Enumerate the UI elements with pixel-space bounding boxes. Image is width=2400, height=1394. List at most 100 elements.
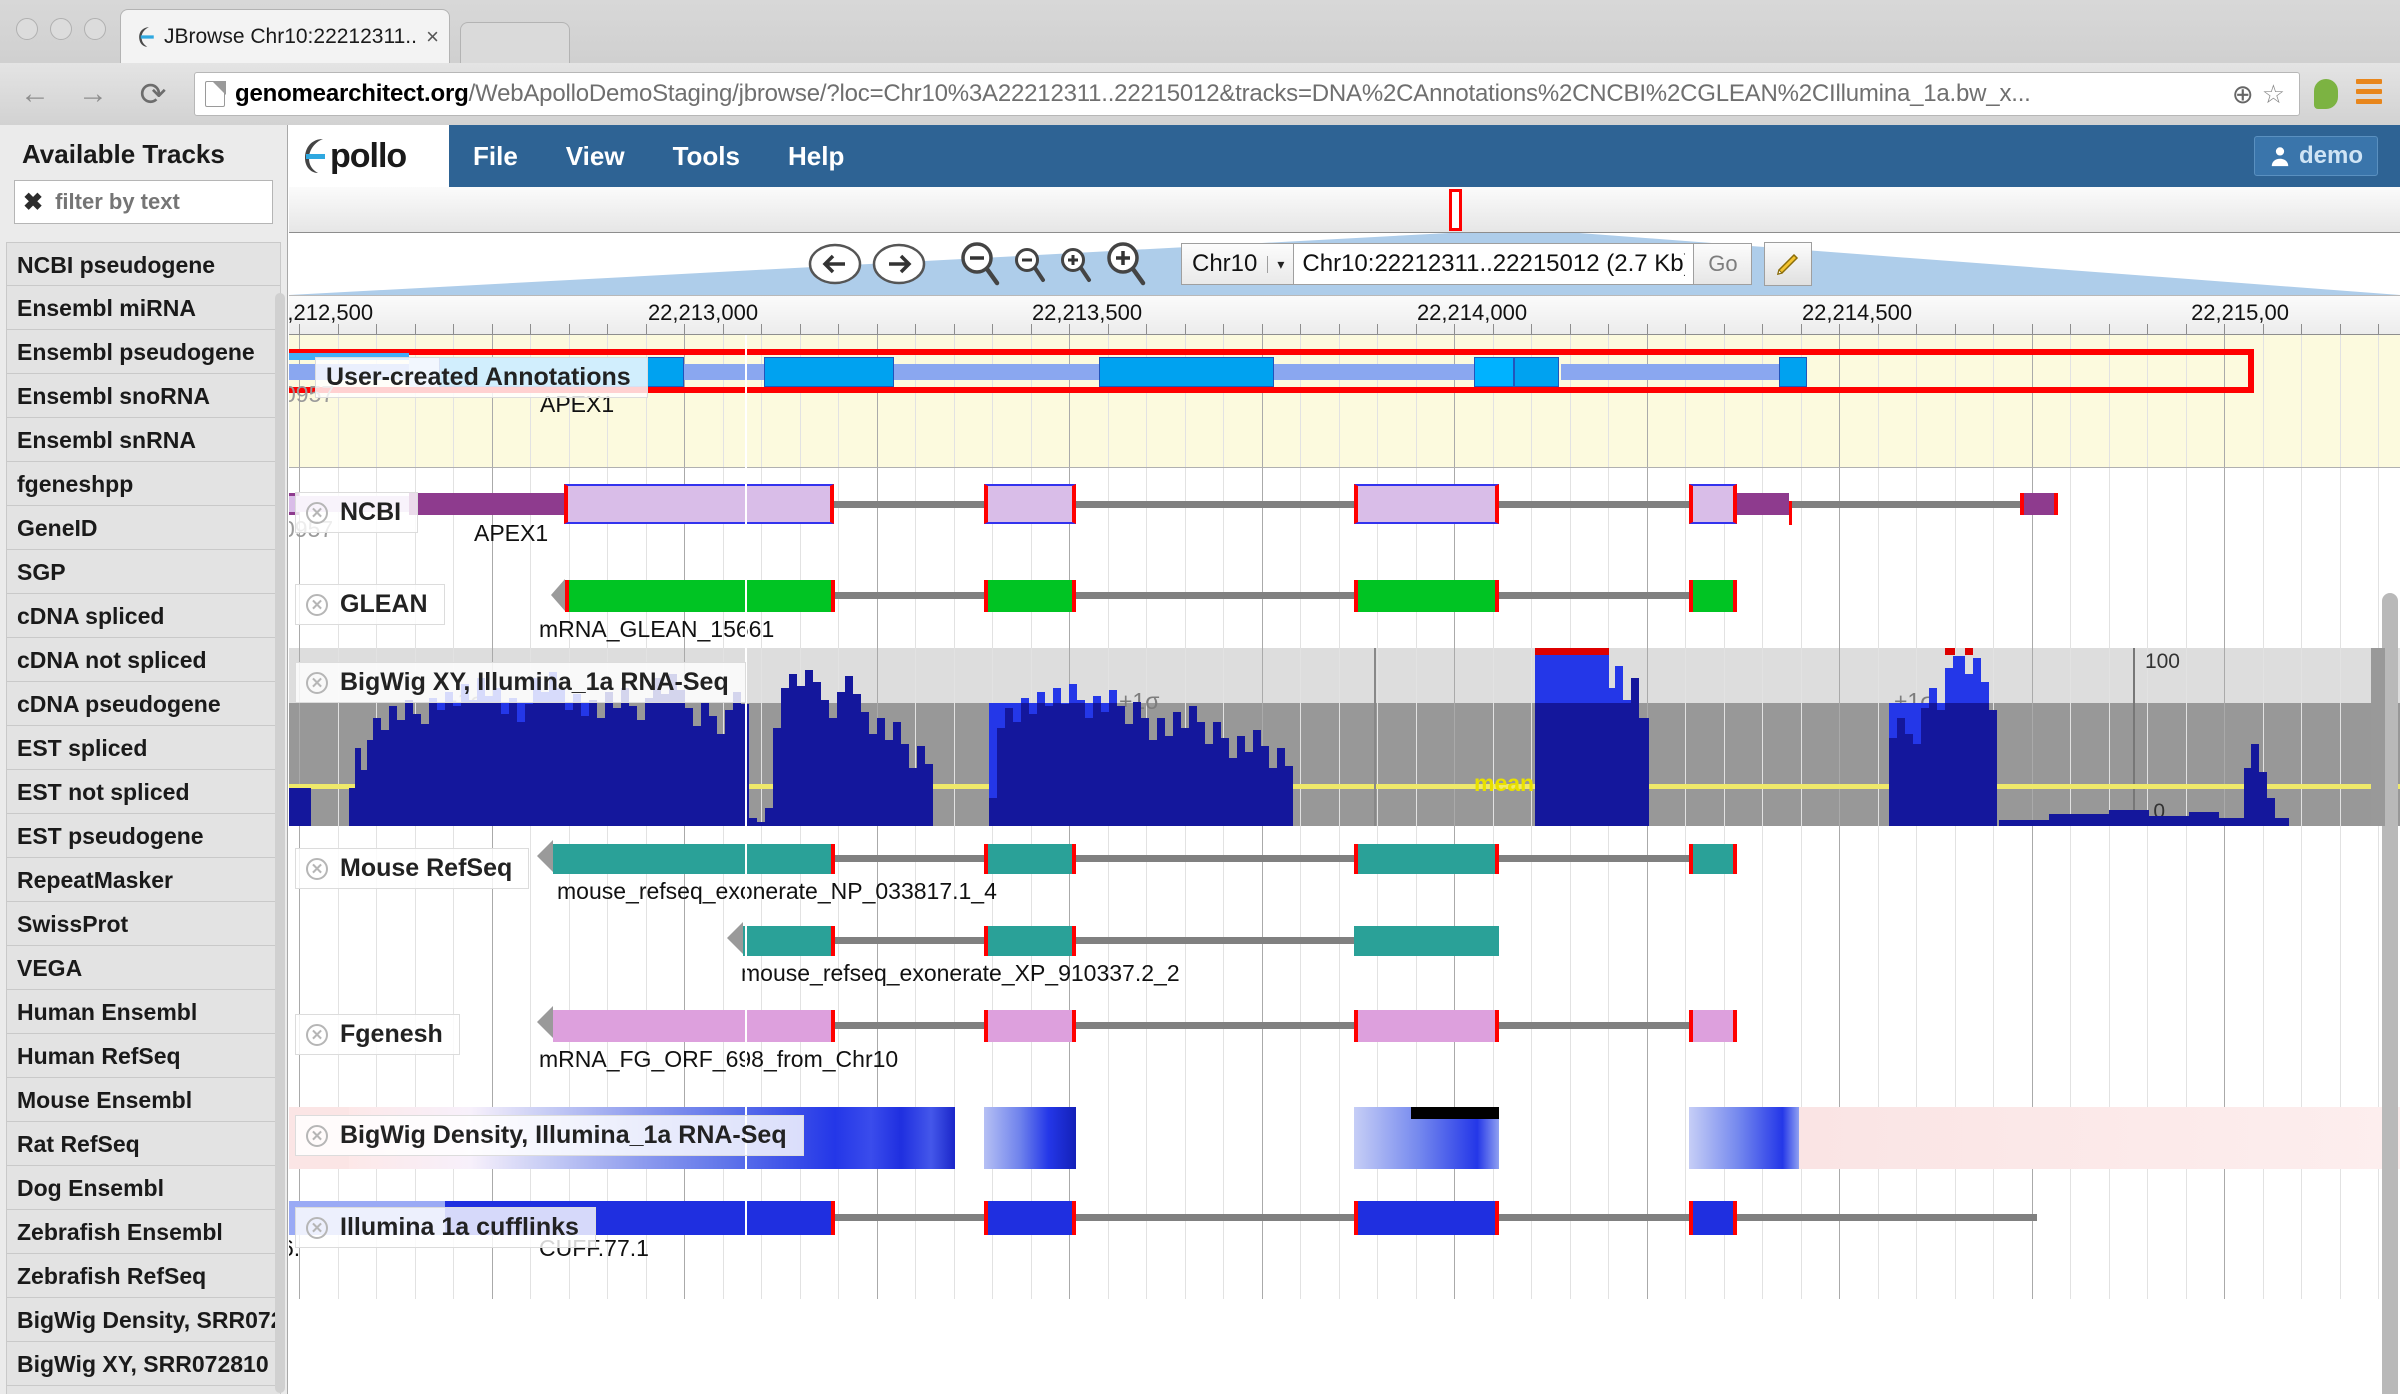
track-label-mouse-refseq[interactable]: ✕ Mouse RefSeq <box>295 848 530 889</box>
available-track-item[interactable]: Ensembl miRNA <box>6 286 281 330</box>
fgenesh-intron-a[interactable] <box>835 1022 984 1029</box>
available-track-item[interactable]: SRR072810 RNA-Seq Re <box>6 1386 281 1394</box>
cufflinks-intron-c[interactable] <box>1499 1214 1689 1221</box>
mouse-refseq-2-intron-a[interactable] <box>835 937 984 944</box>
mouse-refseq-2-exon-b[interactable] <box>984 926 1076 956</box>
chevron-down-icon[interactable]: ▾ <box>1267 255 1293 273</box>
pan-right-icon[interactable] <box>871 241 927 287</box>
available-track-item[interactable]: Ensembl snoRNA <box>6 374 281 418</box>
cufflinks-exon-b[interactable] <box>984 1201 1076 1235</box>
zoom-in-large-icon[interactable] <box>1103 240 1149 288</box>
menu-tools[interactable]: Tools <box>649 125 764 187</box>
available-track-item[interactable]: EST pseudogene <box>6 814 281 858</box>
available-track-item[interactable]: NCBI pseudogene <box>6 242 281 286</box>
window-minimize-button[interactable] <box>50 18 72 40</box>
available-track-item[interactable]: EST spliced <box>6 726 281 770</box>
available-track-item[interactable]: Dog Ensembl <box>6 1166 281 1210</box>
extension-icon[interactable] <box>2314 79 2338 109</box>
forward-icon[interactable]: → <box>70 71 116 117</box>
refseq-select[interactable]: Chr10 ▾ <box>1181 243 1295 285</box>
location-input[interactable] <box>1294 243 1695 285</box>
cufflinks-exon-c[interactable] <box>1354 1201 1499 1235</box>
highlight-region-button[interactable] <box>1764 242 1813 286</box>
reload-icon[interactable]: ⟳ <box>130 71 176 117</box>
track-user-created-annotations[interactable]: User-created Annotations APEX1 0957 <box>289 335 2400 468</box>
close-icon[interactable]: ✕ <box>306 1216 328 1239</box>
window-close-button[interactable] <box>16 18 38 40</box>
mouse-refseq-2-exon-a[interactable] <box>743 926 835 956</box>
mouse-refseq-1-exon-a[interactable] <box>553 844 835 874</box>
menu-view[interactable]: View <box>542 125 649 187</box>
fgenesh-exon-d[interactable] <box>1689 1010 1737 1042</box>
user-menu-button[interactable]: demo <box>2253 136 2378 176</box>
genome-overview-strip[interactable] <box>289 187 2400 233</box>
mouse-refseq-1-intron-a[interactable] <box>835 855 984 862</box>
track-bigwig-xy[interactable]: 100 0 mean mean mean mean mean +1σ +1σ +… <box>289 648 2400 826</box>
close-icon[interactable]: ✕ <box>306 593 328 616</box>
ncbi-cds-a[interactable] <box>409 493 564 515</box>
available-track-item[interactable]: Ensembl snRNA <box>6 418 281 462</box>
feature-label-fgenesh[interactable]: mRNA_FG_ORF_698_from_Chr10 <box>539 1046 898 1073</box>
annotation-utr-c[interactable] <box>894 364 1099 380</box>
new-tab-button[interactable] <box>460 22 570 63</box>
annotation-exon-e[interactable] <box>1099 357 1274 387</box>
available-track-item[interactable]: Zebrafish RefSeq <box>6 1254 281 1298</box>
zoom-in-icon[interactable] <box>1057 240 1095 288</box>
fgenesh-exon-a[interactable] <box>553 1010 835 1042</box>
ncbi-exon-d[interactable] <box>1689 484 1737 524</box>
menu-file[interactable]: File <box>449 125 542 187</box>
track-label-illumina-1a-cufflinks[interactable]: ✕ Illumina 1a cufflinks <box>295 1207 596 1248</box>
browser-menu-icon[interactable] <box>2356 79 2382 109</box>
mouse-refseq-1-exon-c[interactable] <box>1354 844 1499 874</box>
close-icon[interactable]: ✕ <box>306 1124 328 1147</box>
ncbi-intron-c[interactable] <box>1499 501 1689 508</box>
track-label-user-created-annotations[interactable]: User-created Annotations <box>315 357 648 398</box>
glean-exon-d[interactable] <box>1689 580 1737 612</box>
cufflinks-intron-b[interactable] <box>1076 1214 1354 1221</box>
zoom-indicator-icon[interactable]: ⊕ <box>2224 79 2262 110</box>
track-illumina-1a-cufflinks[interactable]: ✕ Illumina 1a cufflinks 6. CUFF.77.1 <box>289 1189 2400 1299</box>
track-label-glean[interactable]: ✕ GLEAN <box>295 584 445 625</box>
mouse-refseq-1-exon-d[interactable] <box>1689 844 1737 874</box>
glean-intron-b[interactable] <box>1076 592 1354 599</box>
available-track-item[interactable]: Rat RefSeq <box>6 1122 281 1166</box>
available-track-item[interactable]: GeneID <box>6 506 281 550</box>
bookmark-star-icon[interactable]: ☆ <box>2262 79 2289 110</box>
available-track-item[interactable]: cDNA pseudogene <box>6 682 281 726</box>
tab-close-icon[interactable]: × <box>426 24 439 50</box>
fgenesh-intron-c[interactable] <box>1499 1022 1689 1029</box>
available-track-item[interactable]: fgeneshpp <box>6 462 281 506</box>
cufflinks-exon-d[interactable] <box>1689 1201 1737 1235</box>
ncbi-intron-b[interactable] <box>1076 501 1354 508</box>
mouse-refseq-1-intron-b[interactable] <box>1076 855 1354 862</box>
available-track-item[interactable]: Mouse Ensembl <box>6 1078 281 1122</box>
mouse-refseq-1-intron-c[interactable] <box>1499 855 1689 862</box>
available-track-item[interactable]: cDNA spliced <box>6 594 281 638</box>
available-track-item[interactable]: VEGA <box>6 946 281 990</box>
ncbi-exon-e[interactable] <box>2020 493 2058 515</box>
available-track-item[interactable]: RepeatMasker <box>6 858 281 902</box>
available-track-item[interactable]: Human RefSeq <box>6 1034 281 1078</box>
feature-label-apex1-ncbi[interactable]: APEX1 <box>474 520 548 547</box>
mouse-refseq-1-exon-b[interactable] <box>984 844 1076 874</box>
ncbi-cds-b[interactable] <box>1737 493 1789 515</box>
glean-exon-c[interactable] <box>1354 580 1499 612</box>
track-filter[interactable]: ✖ <box>14 180 273 224</box>
track-label-bigwig-density[interactable]: ✕ BigWig Density, Illumina_1a RNA-Seq <box>295 1115 804 1156</box>
mouse-refseq-2-exon-c[interactable] <box>1354 926 1499 956</box>
fgenesh-intron-b[interactable] <box>1076 1022 1354 1029</box>
fgenesh-exon-c[interactable] <box>1354 1010 1499 1042</box>
available-track-item[interactable]: BigWig Density, SRR072 <box>6 1298 281 1342</box>
annotation-exon-f[interactable] <box>1474 357 1514 387</box>
available-track-item[interactable]: BigWig XY, SRR072810 <box>6 1342 281 1386</box>
zoom-out-large-icon[interactable] <box>957 240 1003 288</box>
annotation-exon-g[interactable] <box>1514 357 1559 387</box>
ncbi-exon-b[interactable] <box>984 484 1076 524</box>
menu-help[interactable]: Help <box>764 125 868 187</box>
annotation-exon-h[interactable] <box>1779 357 1807 387</box>
track-label-ncbi[interactable]: ✕ NCBI <box>295 492 419 533</box>
mouse-refseq-2-intron-b[interactable] <box>1076 937 1354 944</box>
ncbi-intron-d[interactable] <box>1792 501 2020 508</box>
close-icon[interactable]: ✕ <box>306 671 328 694</box>
annotation-utr-b[interactable] <box>684 364 764 380</box>
